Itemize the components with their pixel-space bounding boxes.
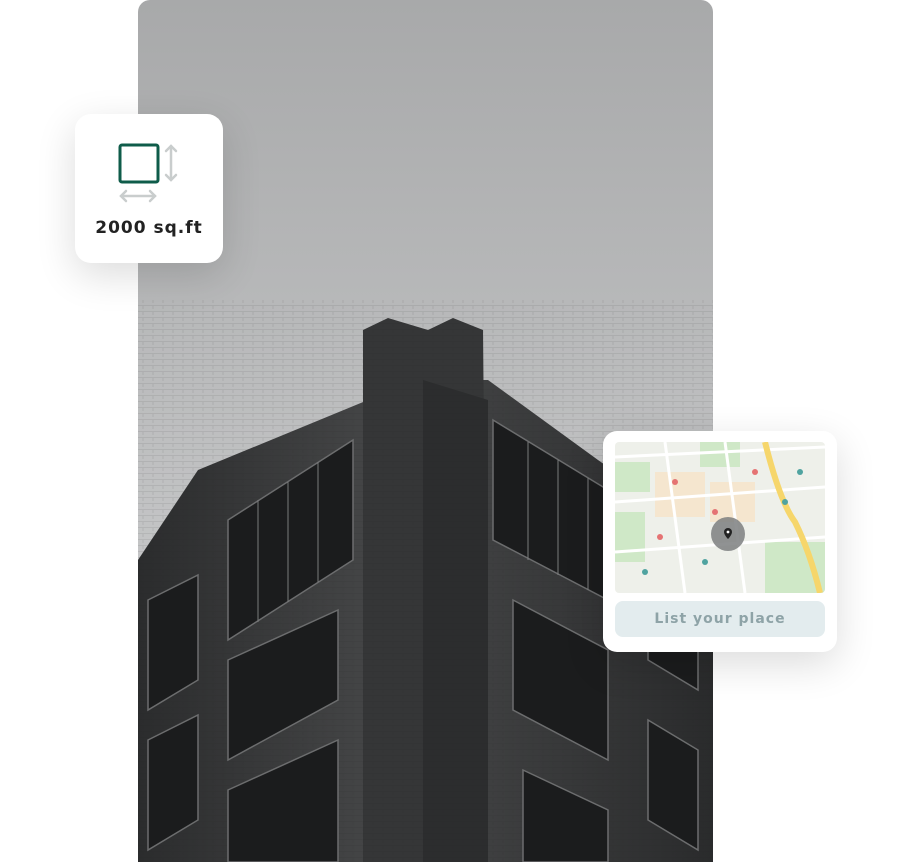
list-your-place-button[interactable]: List your place xyxy=(615,601,825,637)
map-card: List your place xyxy=(603,431,837,652)
map-thumbnail[interactable] xyxy=(615,442,825,593)
map-illustration xyxy=(615,442,825,593)
area-label: 2000 sq.ft xyxy=(95,218,203,238)
floor-area-icon xyxy=(118,143,178,203)
area-card: 2000 sq.ft xyxy=(75,114,223,263)
